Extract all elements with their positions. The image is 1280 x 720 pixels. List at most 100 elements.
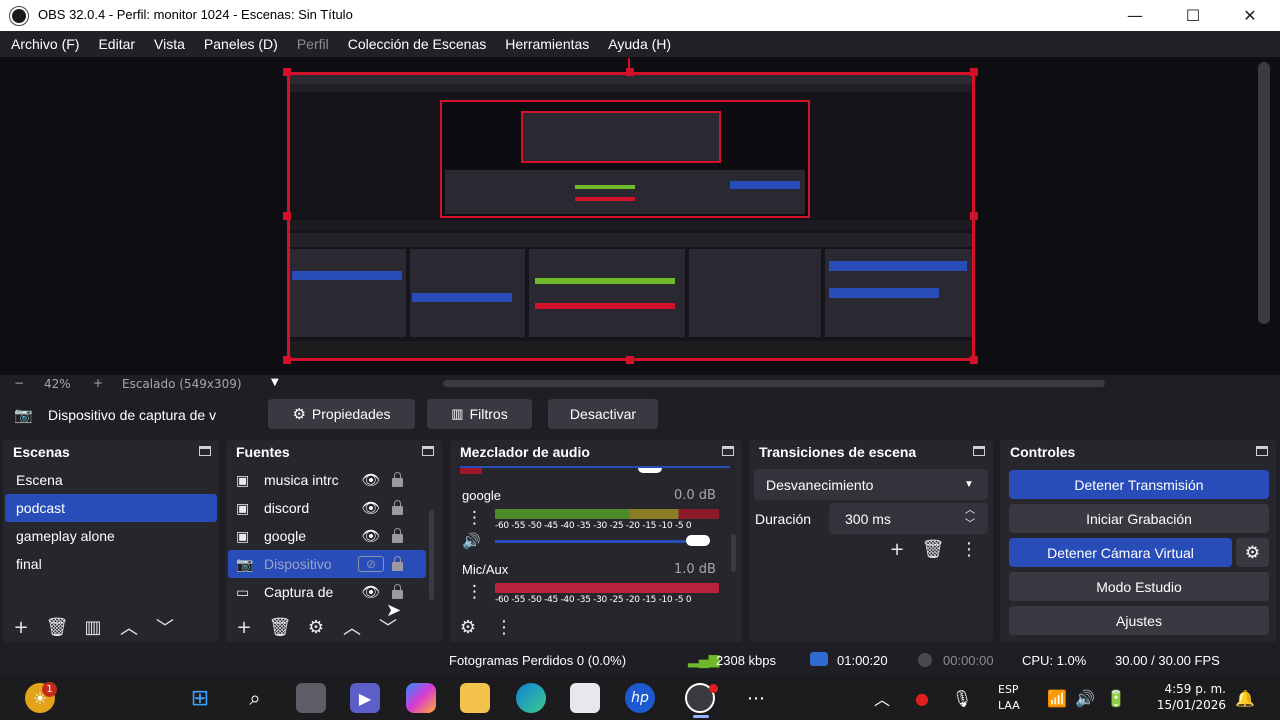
chevron-up-icon[interactable]: ︿: [334, 614, 370, 640]
filters-button[interactable]: ▥ Filtros: [427, 399, 532, 429]
undock-icon[interactable]: [722, 446, 734, 456]
sources-scrollbar[interactable]: [429, 510, 434, 600]
undock-icon[interactable]: [199, 446, 211, 456]
source-item[interactable]: ▣ google 👁: [228, 522, 426, 550]
resize-handle-l[interactable]: [283, 212, 291, 220]
menu-ayuda[interactable]: Ayuda (H): [608, 36, 671, 52]
resize-handle-tl[interactable]: [283, 68, 291, 76]
more-apps-icon[interactable]: ⋯: [741, 683, 771, 713]
volume-slider-handle[interactable]: [638, 468, 662, 473]
scene-item[interactable]: Escena: [5, 466, 217, 494]
source-item[interactable]: 📷 Dispositivo ⊘: [228, 550, 426, 578]
lock-icon[interactable]: [384, 527, 410, 543]
lock-icon[interactable]: [384, 471, 410, 487]
wifi-icon[interactable]: 📶: [1042, 683, 1072, 713]
battery-icon[interactable]: 🔋: [1101, 683, 1131, 713]
menu-herramientas[interactable]: Herramientas: [505, 36, 589, 52]
undock-icon[interactable]: [422, 446, 434, 456]
add-transition-icon[interactable]: +: [879, 539, 915, 560]
clock-date[interactable]: 15/01/2026: [1148, 698, 1226, 712]
menu-vista[interactable]: Vista: [154, 36, 185, 52]
close-button[interactable]: ✕: [1227, 0, 1273, 31]
start-icon[interactable]: ⊞: [185, 683, 215, 713]
clock-time[interactable]: 4:59 p. m.: [1160, 682, 1226, 696]
source-item[interactable]: ▣ musica intrc 👁: [228, 466, 426, 494]
source-item[interactable]: ▣ discord 👁: [228, 494, 426, 522]
start-recording-button[interactable]: Iniciar Grabación: [1009, 504, 1269, 533]
menu-dots-icon[interactable]: ⋮: [951, 539, 987, 560]
eye-icon[interactable]: 👁: [358, 499, 384, 517]
spin-arrows-icon[interactable]: ︿ ﹀: [965, 504, 975, 532]
minimize-button[interactable]: —: [1112, 0, 1158, 31]
filter-icon[interactable]: ▥: [75, 617, 111, 638]
speaker-icon[interactable]: 🔊: [462, 532, 481, 550]
chevron-up-icon[interactable]: ︿: [111, 614, 147, 640]
scene-item[interactable]: podcast: [5, 494, 217, 522]
menu-paneles[interactable]: Paneles (D): [204, 36, 278, 52]
menu-dots-icon[interactable]: ⋮: [466, 508, 483, 528]
chevron-up-icon[interactable]: ︿: [867, 683, 897, 713]
virtual-camera-settings-button[interactable]: ⚙: [1236, 538, 1269, 567]
properties-button[interactable]: ⚙ Propiedades: [268, 399, 415, 429]
scene-item[interactable]: gameplay alone: [5, 522, 217, 550]
preview-horizontal-scrollbar[interactable]: [443, 380, 1105, 387]
search-icon[interactable]: ⌕: [240, 683, 270, 713]
lock-icon[interactable]: [384, 499, 410, 515]
lock-icon[interactable]: [384, 555, 410, 571]
obs-tray-icon[interactable]: ●: [907, 683, 937, 713]
notification-bell-icon[interactable]: 🔔: [1230, 683, 1260, 713]
store-icon[interactable]: [570, 683, 600, 713]
scene-item[interactable]: final: [5, 550, 217, 578]
menu-archivo[interactable]: Archivo (F): [11, 36, 79, 52]
display-capture-source[interactable]: [287, 72, 975, 361]
stop-virtual-camera-button[interactable]: Detener Cámara Virtual: [1009, 538, 1232, 567]
language-layout[interactable]: LAA: [998, 699, 1020, 712]
volume-slider-handle[interactable]: [686, 535, 711, 546]
resize-handle-b[interactable]: [626, 356, 634, 364]
volume-icon[interactable]: 🔊: [1070, 683, 1100, 713]
lock-icon[interactable]: [384, 583, 410, 599]
mixer-scrollbar[interactable]: [731, 534, 736, 572]
duration-spinbox[interactable]: 300 ms ︿ ﹀: [829, 503, 988, 534]
chevron-down-icon[interactable]: ﹀: [147, 614, 183, 640]
deactivate-button[interactable]: Desactivar: [548, 399, 658, 429]
eye-icon[interactable]: 👁: [358, 471, 384, 489]
file-explorer-icon[interactable]: [460, 683, 490, 713]
menu-perfil[interactable]: Perfil: [297, 36, 329, 52]
volume-slider-track[interactable]: [495, 540, 711, 543]
edge-icon[interactable]: [516, 683, 546, 713]
studio-mode-button[interactable]: Modo Estudio: [1009, 572, 1269, 601]
resize-handle-r[interactable]: [970, 212, 978, 220]
menu-dots-icon[interactable]: ⋮: [486, 617, 522, 638]
task-view-icon[interactable]: [296, 683, 326, 713]
zoom-out-button[interactable]: −: [14, 376, 24, 390]
menu-editar[interactable]: Editar: [98, 36, 135, 52]
add-source-icon[interactable]: +: [226, 617, 262, 638]
undock-icon[interactable]: [1256, 446, 1268, 456]
copilot-icon[interactable]: [406, 683, 436, 713]
teams-icon[interactable]: ▶: [350, 683, 380, 713]
gear-icon[interactable]: ⚙: [298, 617, 334, 638]
menu-dots-icon[interactable]: ⋮: [466, 582, 483, 602]
add-scene-icon[interactable]: +: [3, 617, 39, 638]
trash-icon[interactable]: 🗑: [39, 617, 75, 638]
menu-coleccion[interactable]: Colección de Escenas: [348, 36, 487, 52]
language-code[interactable]: ESP: [998, 683, 1019, 696]
scale-dropdown-icon[interactable]: ▼: [271, 377, 279, 388]
eye-icon[interactable]: 👁: [358, 583, 384, 601]
eye-icon[interactable]: 👁: [358, 527, 384, 545]
advanced-audio-icon[interactable]: ⚙: [450, 617, 486, 638]
resize-handle-tr[interactable]: [970, 68, 978, 76]
hp-icon[interactable]: hp: [625, 683, 655, 713]
resize-handle-br[interactable]: [970, 356, 978, 364]
eye-hidden-icon[interactable]: ⊘: [358, 556, 384, 572]
undock-icon[interactable]: [973, 446, 985, 456]
rotation-handle[interactable]: [628, 58, 630, 70]
settings-button[interactable]: Ajustes: [1009, 606, 1269, 635]
resize-handle-bl[interactable]: [283, 356, 291, 364]
microphone-icon[interactable]: 🎙: [947, 683, 977, 713]
stop-streaming-button[interactable]: Detener Transmisión: [1009, 470, 1269, 499]
preview-vertical-scrollbar[interactable]: [1258, 62, 1270, 324]
trash-icon[interactable]: 🗑: [915, 539, 951, 560]
maximize-button[interactable]: ☐: [1170, 0, 1216, 31]
